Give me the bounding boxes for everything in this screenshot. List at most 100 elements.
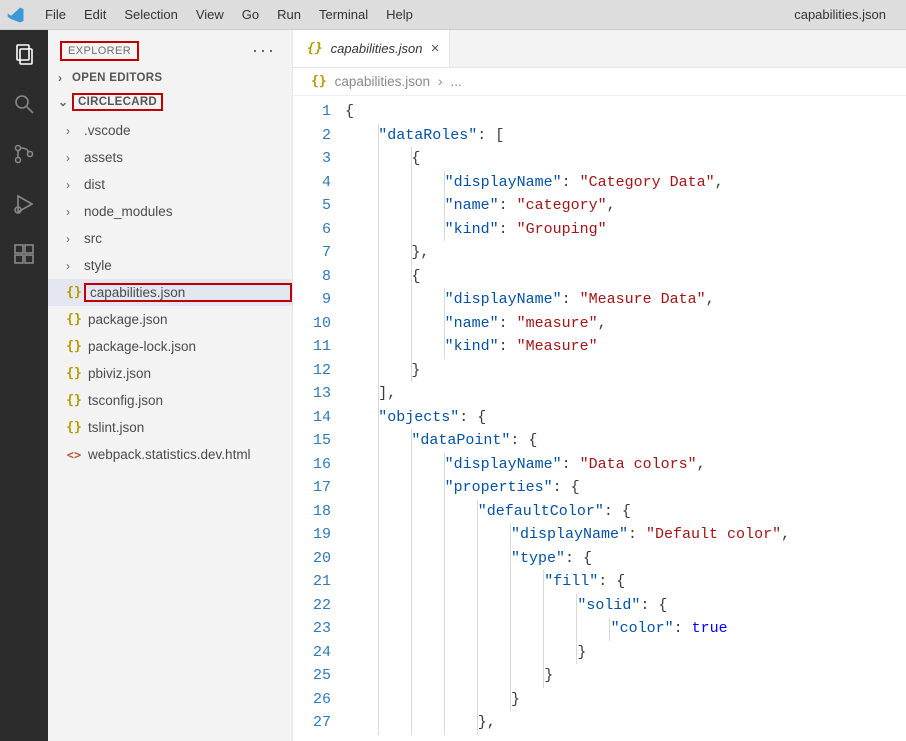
explorer-icon[interactable]	[10, 40, 38, 68]
file-label: webpack.statistics.dev.html	[88, 447, 292, 462]
folder-node-modules[interactable]: ›node_modules	[48, 198, 292, 225]
explorer-sidebar: EXPLORER ··· › OPEN EDITORS ⌄ CIRCLECARD…	[48, 30, 293, 741]
close-icon[interactable]: ×	[430, 40, 439, 57]
menu-help[interactable]: Help	[377, 7, 422, 22]
line-number: 6	[293, 218, 331, 242]
file-package-json[interactable]: {}package.json	[48, 306, 292, 333]
folder-dist[interactable]: › dist	[48, 171, 292, 198]
menu-view[interactable]: View	[187, 7, 233, 22]
vscode-logo-icon	[6, 5, 26, 25]
run-debug-icon[interactable]	[10, 190, 38, 218]
sidebar-more-icon[interactable]: ···	[252, 40, 282, 61]
file-webpack-statistics-dev-html[interactable]: <>webpack.statistics.dev.html	[48, 441, 292, 468]
code-line: "kind": "Measure"	[345, 335, 906, 359]
file-pbiviz-json[interactable]: {} pbiviz.json	[48, 360, 292, 387]
json-file-icon: {}	[311, 74, 327, 89]
folder-label: style	[84, 258, 292, 273]
section-open-editors[interactable]: › OPEN EDITORS	[48, 67, 292, 89]
code-line: }	[345, 664, 906, 688]
line-number: 13	[293, 382, 331, 406]
code-line: "properties": {	[345, 476, 906, 500]
code-line: "defaultColor": {	[345, 500, 906, 524]
chevron-right-icon: ›	[66, 205, 78, 219]
breadcrumb-file: capabilities.json	[335, 74, 430, 89]
section-project[interactable]: ⌄ CIRCLECARD	[48, 89, 292, 115]
file-label: package-lock.json	[88, 339, 292, 354]
code-line: "kind": "Grouping"	[345, 218, 906, 242]
code-line: {	[345, 100, 906, 124]
line-number: 25	[293, 664, 331, 688]
line-number: 4	[293, 171, 331, 195]
code-line: "dataPoint": {	[345, 429, 906, 453]
tab-label: capabilities.json	[331, 41, 423, 56]
search-icon[interactable]	[10, 90, 38, 118]
code-line: "name": "measure",	[345, 312, 906, 336]
line-number: 16	[293, 453, 331, 477]
line-number: 19	[293, 523, 331, 547]
line-number: 15	[293, 429, 331, 453]
file-label: tsconfig.json	[88, 393, 292, 408]
line-number: 24	[293, 641, 331, 665]
breadcrumbs[interactable]: {} capabilities.json › ...	[293, 68, 906, 96]
folder-src[interactable]: › src	[48, 225, 292, 252]
folder-assets[interactable]: › assets	[48, 144, 292, 171]
code-line: "displayName": "Measure Data",	[345, 288, 906, 312]
file-tsconfig-json[interactable]: {} tsconfig.json	[48, 387, 292, 414]
code-line: }	[345, 688, 906, 712]
line-number: 2	[293, 124, 331, 148]
menu-go[interactable]: Go	[233, 7, 268, 22]
code-line: "solid": {	[345, 594, 906, 618]
file-tslint-json[interactable]: {}tslint.json	[48, 414, 292, 441]
source-control-icon[interactable]	[10, 140, 38, 168]
folder-label: assets	[84, 150, 292, 165]
folder--vscode[interactable]: ›.vscode	[48, 117, 292, 144]
tab-bar: {} capabilities.json ×	[293, 30, 906, 68]
code-content[interactable]: {"dataRoles": [{"displayName": "Category…	[345, 96, 906, 741]
file-label: pbiviz.json	[88, 366, 292, 381]
code-line: "objects": {	[345, 406, 906, 430]
extensions-icon[interactable]	[10, 240, 38, 268]
code-line: "displayName": "Category Data",	[345, 171, 906, 195]
code-line: "name": "category",	[345, 194, 906, 218]
folder-style[interactable]: › style	[48, 252, 292, 279]
file-package-lock-json[interactable]: {} package-lock.json	[48, 333, 292, 360]
menu-file[interactable]: File	[36, 7, 75, 22]
chevron-right-icon: ›	[66, 151, 78, 165]
file-label: capabilities.json	[84, 283, 292, 302]
line-number: 23	[293, 617, 331, 641]
menu-edit[interactable]: Edit	[75, 7, 115, 22]
chevron-down-icon: ⌄	[58, 95, 72, 109]
file-capabilities-json[interactable]: {}capabilities.json	[48, 279, 292, 306]
file-tree: ›.vscode›assets›dist›node_modules›src›st…	[48, 115, 292, 468]
line-number: 27	[293, 711, 331, 735]
line-number-gutter: 1234567891011121314151617181920212223242…	[293, 96, 345, 741]
json-file-icon: {}	[66, 366, 82, 381]
json-file-icon: {}	[66, 339, 82, 354]
line-number: 5	[293, 194, 331, 218]
json-file-icon: {}	[307, 41, 323, 56]
chevron-right-icon: ›	[66, 178, 78, 192]
tab-capabilities-json[interactable]: {} capabilities.json ×	[293, 30, 450, 67]
code-line: {	[345, 265, 906, 289]
folder-label: src	[84, 231, 292, 246]
code-line: {	[345, 147, 906, 171]
code-editor[interactable]: 1234567891011121314151617181920212223242…	[293, 96, 906, 741]
folder-label: dist	[84, 177, 292, 192]
menu-selection[interactable]: Selection	[115, 7, 186, 22]
code-line: "color": true	[345, 617, 906, 641]
line-number: 17	[293, 476, 331, 500]
file-label: package.json	[88, 312, 292, 327]
line-number: 22	[293, 594, 331, 618]
chevron-right-icon: ›	[66, 232, 78, 246]
line-number: 21	[293, 570, 331, 594]
menu-terminal[interactable]: Terminal	[310, 7, 377, 22]
line-number: 18	[293, 500, 331, 524]
code-line: "displayName": "Default color",	[345, 523, 906, 547]
line-number: 20	[293, 547, 331, 571]
code-line: "fill": {	[345, 570, 906, 594]
line-number: 10	[293, 312, 331, 336]
menu-run[interactable]: Run	[268, 7, 310, 22]
line-number: 7	[293, 241, 331, 265]
json-file-icon: {}	[66, 393, 82, 408]
chevron-right-icon: ›	[66, 259, 78, 273]
